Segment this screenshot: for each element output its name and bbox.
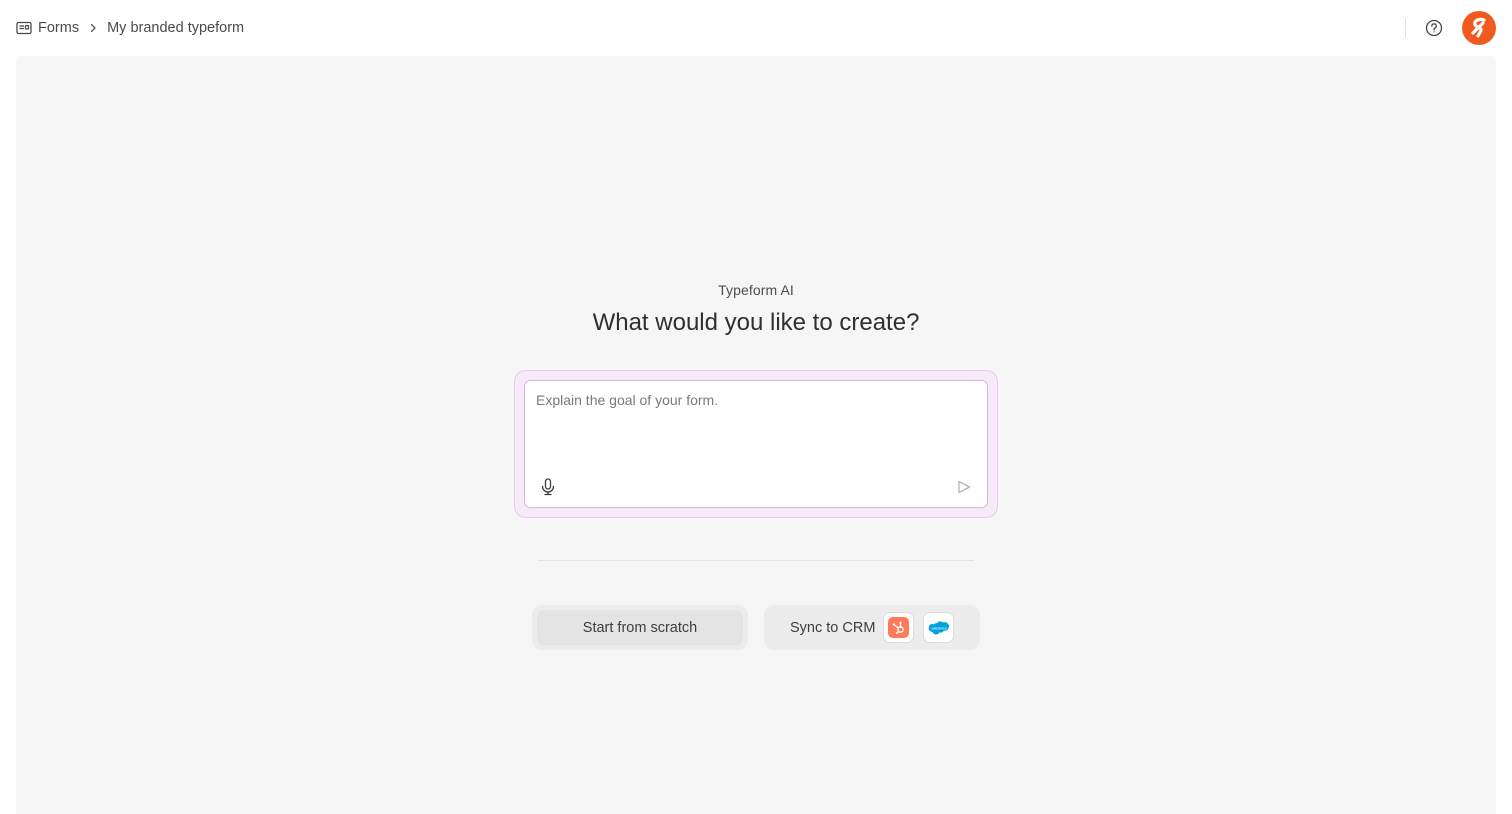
avatar[interactable] [1462, 11, 1496, 45]
salesforce-icon: salesforce [928, 620, 950, 636]
brand-logo-icon [1468, 16, 1490, 40]
top-bar: Forms My branded typeform [0, 0, 1512, 56]
sync-to-crm-label: Sync to CRM [790, 619, 876, 636]
forms-icon [16, 20, 32, 36]
header-divider [1405, 18, 1406, 38]
hubspot-logo [883, 612, 915, 643]
prompt-input[interactable] [525, 381, 987, 469]
breadcrumb-forms-link[interactable]: Forms [16, 20, 79, 36]
sync-to-crm-button[interactable]: Sync to CRM salesforce [764, 605, 980, 650]
header-actions [1405, 0, 1496, 56]
start-actions: Start from scratch Sync to CRM salesforc… [532, 605, 980, 650]
svg-text:salesforce: salesforce [931, 626, 947, 630]
page-title: What would you like to create? [592, 309, 920, 336]
breadcrumb-current-form[interactable]: My branded typeform [107, 20, 244, 36]
send-button[interactable] [955, 478, 973, 496]
chevron-right-icon [87, 22, 99, 34]
voice-input-button[interactable] [539, 477, 557, 497]
hubspot-icon [888, 617, 910, 638]
prompt-box [514, 370, 998, 518]
send-icon [956, 479, 972, 495]
typeform-ai-label: Typeform AI [718, 282, 794, 298]
section-divider [538, 560, 974, 561]
microphone-icon [540, 478, 556, 496]
breadcrumb-forms-label: Forms [38, 20, 80, 36]
breadcrumb: Forms My branded typeform [16, 20, 244, 36]
salesforce-logo: salesforce [923, 612, 955, 643]
help-button[interactable] [1424, 18, 1444, 38]
start-from-scratch-button[interactable]: Start from scratch [532, 605, 748, 650]
start-from-scratch-label: Start from scratch [537, 610, 743, 645]
workspace: Typeform AI What would you like to creat… [16, 56, 1496, 814]
help-circle-icon [1425, 19, 1443, 37]
prompt-field-container [524, 380, 988, 508]
